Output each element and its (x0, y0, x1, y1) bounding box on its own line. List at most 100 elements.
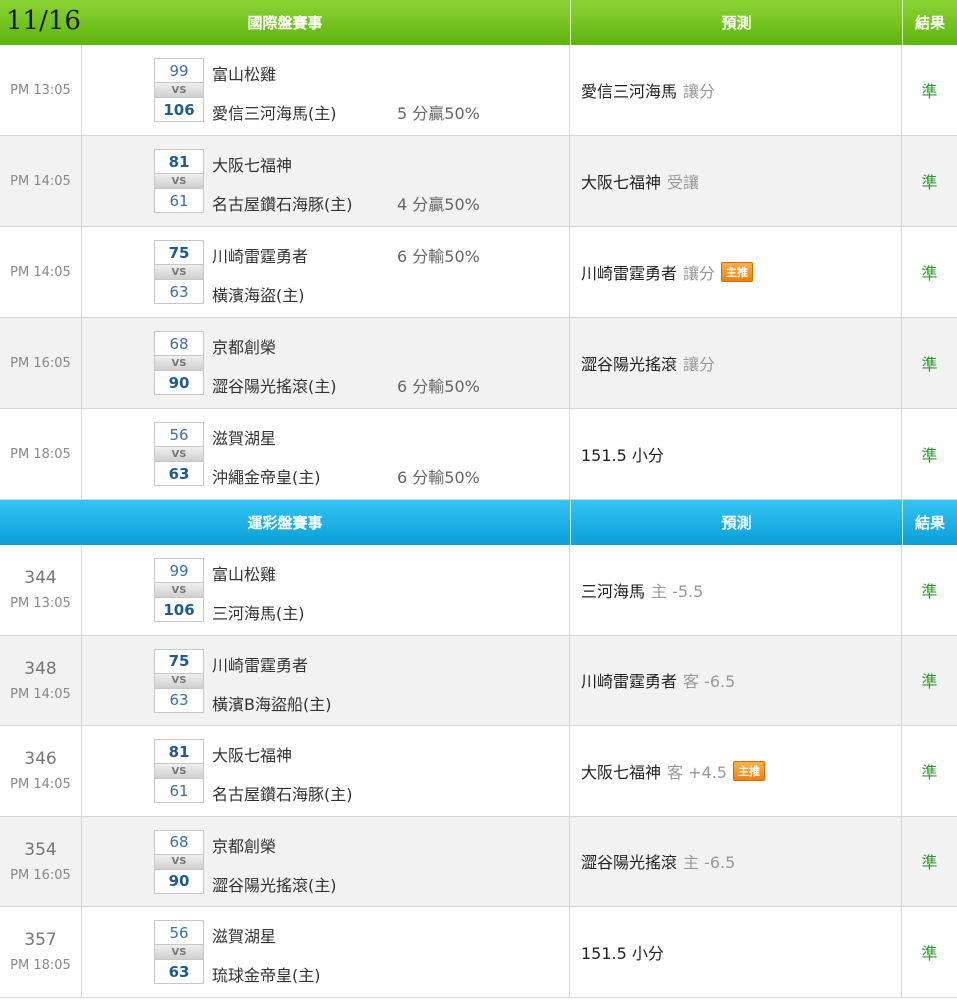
prediction-cell: 澀谷陽光搖滾 主 -6.5 (570, 816, 902, 906)
away-team[interactable]: 富山松雞 (212, 561, 276, 585)
home-team[interactable]: 名古屋鑽石海豚(主) (212, 191, 353, 215)
result-cell: 準 (921, 355, 938, 374)
time-cell: PM 13:05 (0, 45, 82, 135)
score-box: 75 VS 63 (154, 240, 204, 304)
time-cell: PM 16:05 (0, 318, 82, 408)
prediction-pick: 大阪七福神 (581, 173, 662, 192)
score-box: 81 VS 61 (154, 739, 204, 803)
home-team[interactable]: 澀谷陽光搖滾(主) (212, 872, 337, 896)
result-cell: 準 (921, 446, 938, 465)
vs-label: VS (155, 355, 203, 371)
game-time: PM 13:05 (10, 596, 71, 612)
away-team[interactable]: 京都創榮 (212, 833, 276, 857)
prediction-cell: 澀谷陽光搖滾 讓分 (570, 318, 902, 408)
score-box: 56 VS 63 (154, 920, 204, 984)
prediction-pick: 大阪七福神 (581, 762, 662, 782)
vs-label: VS (155, 173, 203, 189)
match-cell: 99 VS 106 富山松雞 愛信三河海馬(主) 5 分贏50% (82, 45, 570, 135)
home-score: 90 (168, 373, 190, 392)
game-number: 354 (24, 839, 57, 860)
home-team[interactable]: 三河海馬(主) (212, 600, 305, 624)
match-cell: 56 VS 63 滋賀湖星 琉球金帝皇(主) (82, 907, 570, 997)
score-box: 68 VS 90 (154, 829, 204, 894)
prediction-type: 客 +4.5 (667, 762, 727, 782)
away-team[interactable]: 川崎雷霆勇者 (212, 243, 308, 267)
match-cell: 75 VS 63 川崎雷霆勇者 橫濱海盜(主) 6 分輸50% (82, 227, 570, 317)
away-score: 99 (169, 561, 189, 580)
vs-label: VS (155, 944, 203, 960)
home-score: 63 (169, 691, 189, 709)
international-rows: PM 13:05 99 VS 106 富山松雞 愛信三河海馬(主) 5 分贏50… (0, 45, 957, 500)
away-team[interactable]: 大阪七福神 (212, 152, 292, 176)
home-score: 106 (163, 100, 195, 119)
vs-label: VS (155, 853, 203, 870)
match-cell: 81 VS 61 大阪七福神 名古屋鑽石海豚(主) 4 分贏50% (82, 136, 570, 226)
vs-label: VS (155, 264, 203, 280)
game-row: 354 PM 16:05 68 VS 90 京都創榮 澀谷陽光搖滾(主) 澀谷陽… (0, 816, 957, 907)
game-row: 346 PM 14:05 81 VS 61 大阪七福神 名古屋鑽石海豚(主) 大… (0, 726, 957, 817)
prediction-pick: 澀谷陽光搖滾 (581, 853, 678, 873)
sports-lottery-rows: 344 PM 13:05 99 VS 106 富山松雞 三河海馬(主) 三河海馬… (0, 545, 957, 998)
game-time: PM 14:05 (10, 777, 71, 793)
result-header: 結果 (902, 500, 957, 545)
prediction-header: 預測 (570, 0, 902, 45)
away-score: 68 (169, 334, 189, 353)
top-pick-badge: 主推 (721, 262, 754, 282)
date-label: 11/16 (6, 6, 81, 36)
game-time: PM 13:05 (10, 82, 71, 98)
home-score: 63 (168, 962, 190, 981)
score-box: 99 VS 106 (154, 558, 204, 622)
home-team[interactable]: 橫濱海盜(主) (212, 282, 305, 306)
time-cell: 348 PM 14:05 (0, 635, 82, 725)
prediction-type: 讓分 (683, 264, 716, 283)
away-team[interactable]: 滋賀湖星 (212, 425, 276, 449)
home-team[interactable]: 澀谷陽光搖滾(主) (212, 373, 337, 397)
sports-lottery-section: 運彩盤賽事 預測 結果 344 PM 13:05 99 VS 106 富山松雞 … (0, 500, 957, 998)
home-team[interactable]: 橫濱B海盜船(主) (212, 691, 331, 715)
away-team[interactable]: 大阪七福神 (212, 742, 292, 766)
result-cell: 準 (921, 173, 938, 192)
match-cell: 56 VS 63 滋賀湖星 沖繩金帝皇(主) 6 分輸50% (82, 409, 570, 499)
spread-result-bottom: 4 分贏50% (397, 195, 480, 214)
header-match-cell: 11/16 國際盤賽事 (0, 0, 570, 45)
away-score: 68 (169, 833, 189, 851)
game-number: 357 (24, 930, 57, 951)
home-team[interactable]: 名古屋鑽石海豚(主) (212, 781, 353, 805)
game-time: PM 14:05 (10, 173, 71, 189)
vs-label: VS (155, 582, 203, 598)
international-header: 11/16 國際盤賽事 預測 結果 (0, 0, 957, 45)
section-title: 國際盤賽事 (247, 14, 323, 32)
away-team[interactable]: 京都創榮 (212, 334, 276, 358)
spread-result-bottom: 6 分輸50% (397, 468, 480, 487)
away-team[interactable]: 滋賀湖星 (212, 923, 276, 947)
vs-label: VS (155, 82, 203, 98)
game-row: PM 18:05 56 VS 63 滋賀湖星 沖繩金帝皇(主) 6 分輸50% … (0, 409, 957, 500)
match-cell: 68 VS 90 京都創榮 澀谷陽光搖滾(主) 6 分輸50% (82, 318, 570, 408)
spread-result-top: 6 分輸50% (397, 247, 480, 266)
home-team[interactable]: 愛信三河海馬(主) (212, 100, 337, 124)
away-team[interactable]: 川崎雷霆勇者 (212, 652, 308, 676)
header-match-cell: 運彩盤賽事 (0, 500, 570, 545)
home-team[interactable]: 琉球金帝皇(主) (212, 962, 321, 986)
home-team[interactable]: 沖繩金帝皇(主) (212, 464, 321, 488)
game-row: PM 16:05 68 VS 90 京都創榮 澀谷陽光搖滾(主) 6 分輸50%… (0, 318, 957, 409)
home-score: 61 (169, 191, 189, 210)
prediction-type: 讓分 (683, 355, 716, 374)
away-team[interactable]: 富山松雞 (212, 61, 276, 85)
game-time: PM 18:05 (10, 446, 71, 462)
game-row: 344 PM 13:05 99 VS 106 富山松雞 三河海馬(主) 三河海馬… (0, 545, 957, 636)
home-score: 63 (168, 464, 190, 483)
time-cell: PM 14:05 (0, 227, 82, 317)
game-row: 357 PM 18:05 56 VS 63 滋賀湖星 琉球金帝皇(主) 151.… (0, 907, 957, 998)
prediction-cell: 151.5 小分 (570, 409, 902, 499)
score-box: 68 VS 90 (154, 331, 204, 395)
prediction-pick: 151.5 小分 (581, 943, 664, 963)
away-score: 81 (168, 742, 190, 761)
time-cell: PM 14:05 (0, 136, 82, 226)
prediction-type: 受讓 (667, 173, 700, 192)
spread-result-bottom: 6 分輸50% (397, 377, 480, 396)
spread-result-bottom: 5 分贏50% (397, 104, 480, 123)
game-number: 344 (24, 568, 57, 589)
game-time: PM 16:05 (10, 867, 71, 883)
prediction-cell: 大阪七福神 客 +4.5 主推 (570, 726, 902, 816)
